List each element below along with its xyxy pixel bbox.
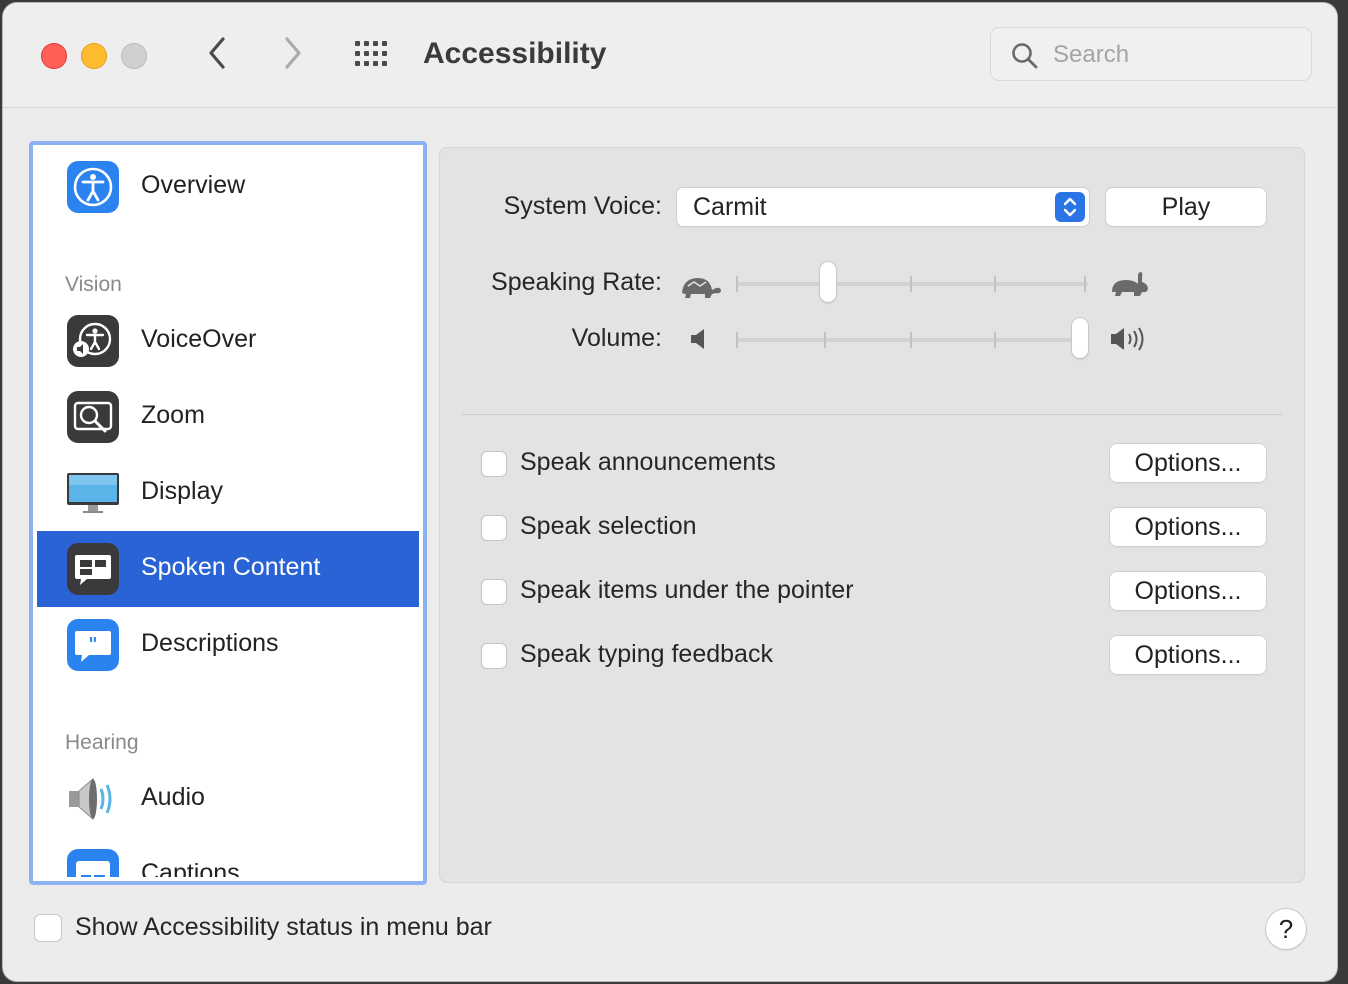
sidebar-item-voiceover[interactable]: VoiceOver xyxy=(37,303,419,379)
close-window-button[interactable] xyxy=(41,43,67,69)
show-status-label: Show Accessibility status in menu bar xyxy=(75,913,492,941)
slider-tick xyxy=(910,276,912,292)
system-voice-value: Carmit xyxy=(693,193,767,221)
rabbit-icon xyxy=(1112,272,1148,296)
speak-typing-feedback-options-button[interactable]: Options... xyxy=(1110,636,1266,674)
sidebar-item-label: Descriptions xyxy=(141,629,279,657)
speak-typing-feedback-checkbox[interactable] xyxy=(482,644,506,668)
speaking-rate-knob[interactable] xyxy=(820,262,836,302)
spoken-content-panel: System Voice: Carmit Play Speaking Rate:… xyxy=(439,147,1305,883)
title-bar: Accessibility xyxy=(3,3,1337,108)
speaking-rate-label: Speaking Rate: xyxy=(491,268,662,296)
sidebar-item-spoken-content[interactable]: Spoken Content xyxy=(37,531,419,607)
search-field[interactable] xyxy=(990,27,1312,81)
slider-tick xyxy=(824,332,826,348)
slider-tick xyxy=(1084,276,1086,292)
sidebar-list[interactable]: Overview Vision VoiceOver Zoom Display S… xyxy=(29,141,427,885)
zoom-window-button[interactable] xyxy=(121,43,147,69)
speak-announcements-label: Speak announcements xyxy=(520,448,776,476)
speak-selection-label: Speak selection xyxy=(520,512,697,540)
grid-icon xyxy=(355,41,387,66)
sidebar-item-zoom[interactable]: Zoom xyxy=(37,379,419,455)
sidebar-item-overview[interactable]: Overview xyxy=(37,149,419,225)
speaker-icon xyxy=(69,777,112,821)
slider-tick xyxy=(736,276,738,292)
speak-selection-checkbox[interactable] xyxy=(482,516,506,540)
slider-tick xyxy=(736,332,738,348)
sidebar-item-label: Overview xyxy=(141,171,246,199)
chevron-left-icon xyxy=(209,37,225,69)
popup-arrows-icon xyxy=(1055,192,1085,222)
help-button[interactable]: ? xyxy=(1266,909,1306,949)
spoken-content-icon xyxy=(67,543,119,595)
system-voice-label: System Voice: xyxy=(503,192,662,220)
sidebar-item-label: Display xyxy=(141,477,223,505)
sidebar-item-label: Captions xyxy=(141,859,240,877)
speak-items-under-pointer-checkbox[interactable] xyxy=(482,580,506,604)
preferences-window: Accessibility Overview Vision xyxy=(3,3,1337,981)
play-button[interactable]: Play xyxy=(1106,188,1266,226)
accessibility-icon xyxy=(67,161,119,213)
sidebar-item-label: Spoken Content xyxy=(141,553,321,581)
show-all-button[interactable] xyxy=(353,39,393,69)
sidebar-section-hearing: Hearing xyxy=(65,731,139,754)
sidebar-item-label: Audio xyxy=(141,783,205,811)
zoom-icon xyxy=(67,391,119,443)
show-status-checkbox[interactable] xyxy=(35,915,61,941)
slider-tick xyxy=(994,276,996,292)
speak-announcements-options-button[interactable]: Options... xyxy=(1110,444,1266,482)
svg-text:": " xyxy=(88,634,97,655)
search-input[interactable] xyxy=(1051,36,1295,74)
volume-low-icon xyxy=(691,329,704,349)
chevron-right-icon xyxy=(285,37,301,69)
sidebar-item-audio[interactable]: Audio xyxy=(37,761,419,837)
sidebar-item-descriptions[interactable]: " Descriptions xyxy=(37,607,419,683)
speak-items-under-pointer-label: Speak items under the pointer xyxy=(520,576,854,604)
volume-knob[interactable] xyxy=(1072,318,1088,358)
descriptions-icon: " xyxy=(67,619,119,671)
back-button[interactable] xyxy=(203,35,233,71)
volume-high-icon xyxy=(1111,327,1144,351)
slider-track xyxy=(736,338,1088,342)
speaking-rate-slider[interactable] xyxy=(736,262,1088,302)
speak-typing-feedback-label: Speak typing feedback xyxy=(520,640,773,668)
sidebar-section-vision: Vision xyxy=(65,273,122,296)
captions-icon xyxy=(67,849,119,877)
speak-items-under-pointer-options-button[interactable]: Options... xyxy=(1110,572,1266,610)
volume-label: Volume: xyxy=(571,324,662,352)
slider-tick xyxy=(910,332,912,348)
speak-announcements-checkbox[interactable] xyxy=(482,452,506,476)
sidebar-item-label: VoiceOver xyxy=(141,325,257,353)
slider-track xyxy=(736,282,1088,286)
turtle-icon xyxy=(682,278,721,298)
minimize-window-button[interactable] xyxy=(81,43,107,69)
sidebar-item-label: Zoom xyxy=(141,401,205,429)
window-title: Accessibility xyxy=(423,37,607,70)
volume-slider[interactable] xyxy=(736,318,1088,358)
system-voice-popup[interactable]: Carmit xyxy=(677,188,1089,226)
slider-tick xyxy=(994,332,996,348)
search-icon xyxy=(1012,43,1038,69)
section-divider xyxy=(462,414,1282,415)
voiceover-icon xyxy=(67,315,119,367)
display-icon xyxy=(67,473,119,513)
sidebar-item-display[interactable]: Display xyxy=(37,455,419,531)
sidebar-item-captions[interactable]: Captions xyxy=(37,837,419,877)
speak-selection-options-button[interactable]: Options... xyxy=(1110,508,1266,546)
forward-button[interactable] xyxy=(277,35,307,71)
